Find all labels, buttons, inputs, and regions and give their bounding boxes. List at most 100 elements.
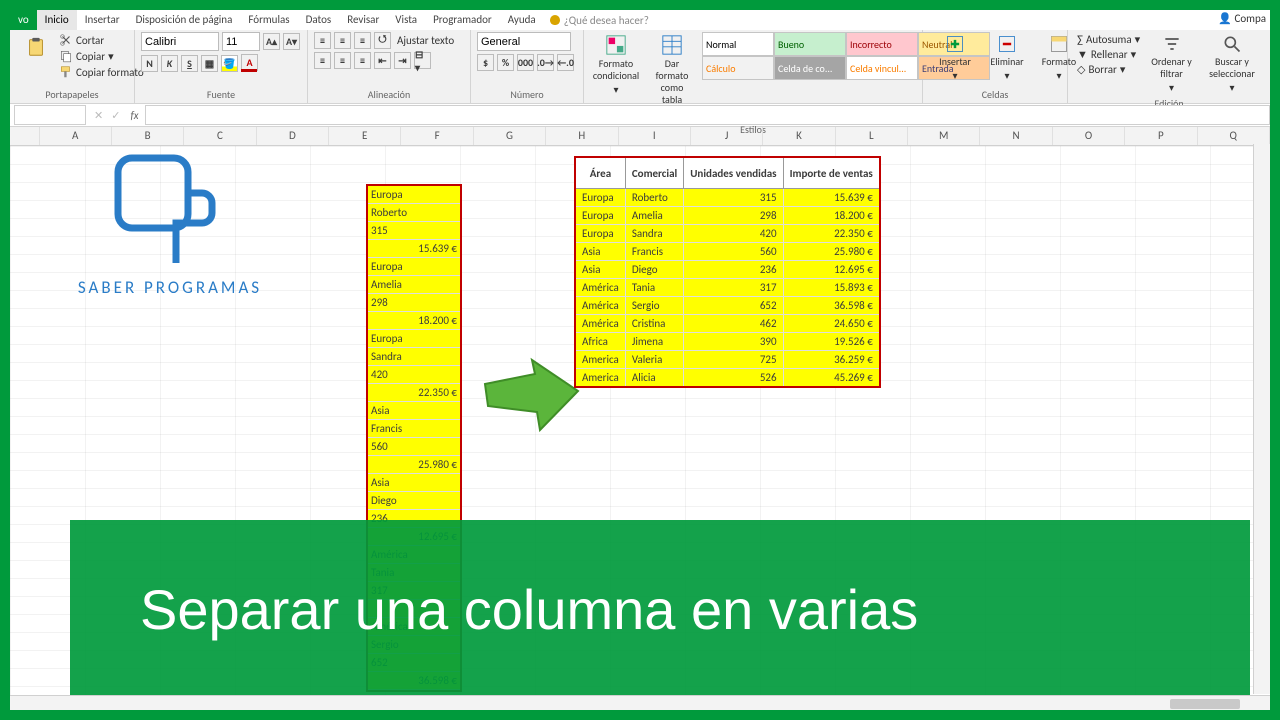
enter-formula-button[interactable]: ✓ (107, 109, 124, 122)
vertical-scrollbar[interactable] (1253, 144, 1270, 694)
tab-view[interactable]: Vista (387, 10, 425, 30)
source-cell: Asia (368, 474, 460, 492)
share-button[interactable]: 👤 Compa (1218, 12, 1266, 25)
decrease-decimal-button[interactable]: ←.0 (557, 54, 574, 71)
find-select-button[interactable]: Buscar y seleccionar ▾ (1200, 32, 1264, 96)
col-header[interactable]: O (1053, 127, 1125, 145)
tab-page-layout[interactable]: Disposición de página (128, 10, 241, 30)
source-cell: 298 (368, 294, 460, 312)
orientation-button[interactable]: ⭯ (374, 32, 391, 49)
logo-text: SABER PROGRAMAS (50, 277, 290, 298)
source-cell: 15.639 € (368, 240, 460, 258)
col-header[interactable]: K (763, 127, 835, 145)
cut-button[interactable]: Cortar (56, 32, 147, 48)
table-icon (661, 34, 683, 56)
style-cell[interactable]: Celda de co... (774, 56, 846, 80)
format-painter-button[interactable]: Copiar formato (56, 64, 147, 80)
style-cell[interactable]: Celda vincul... (846, 56, 918, 80)
col-header[interactable]: I (619, 127, 691, 145)
ribbon-tabs: vo Inicio Insertar Disposición de página… (10, 10, 1270, 30)
source-cell: Asia (368, 402, 460, 420)
font-size-select[interactable] (222, 32, 260, 51)
col-header[interactable]: C (184, 127, 256, 145)
col-header[interactable]: G (474, 127, 546, 145)
name-box[interactable] (14, 105, 86, 125)
border-button[interactable]: ▦ (201, 55, 218, 72)
delete-cells-button[interactable]: Eliminar ▾ (981, 32, 1033, 84)
number-format-select[interactable] (477, 32, 571, 51)
tab-insert[interactable]: Insertar (77, 10, 128, 30)
group-number: $ % 000 .0→ ←.0 Número (471, 30, 584, 103)
align-middle-button[interactable]: ≡ (334, 32, 351, 49)
worksheet-area[interactable]: SABER PROGRAMAS EuropaRoberto31515.639 €… (10, 146, 1270, 710)
fill-button[interactable]: ▼ Rellenar ▾ (1074, 47, 1143, 62)
merge-button[interactable]: ⊟ ▾ (414, 52, 431, 69)
col-header[interactable]: A (40, 127, 112, 145)
col-header[interactable]: L (836, 127, 908, 145)
cancel-formula-button[interactable]: ✕ (90, 109, 107, 122)
tab-developer[interactable]: Programador (425, 10, 500, 30)
fill-color-button[interactable]: 🪣 (221, 55, 238, 72)
tab-data[interactable]: Datos (298, 10, 340, 30)
col-header[interactable]: E (329, 127, 401, 145)
tab-file[interactable]: vo (10, 10, 37, 30)
bold-button[interactable]: N (141, 55, 158, 72)
table-row: EuropaAmelia29818.200 € (575, 207, 880, 225)
fx-button[interactable]: fx (124, 109, 144, 122)
increase-indent-button[interactable]: ⇥ (394, 52, 411, 69)
autosum-button[interactable]: ∑ Autosuma ▾ (1074, 32, 1143, 47)
column-headers[interactable]: ABCDEFGHIJKLMNOPQ (10, 127, 1270, 146)
font-name-select[interactable] (141, 32, 219, 51)
tab-home[interactable]: Inicio (37, 10, 77, 30)
formula-input[interactable] (145, 105, 1270, 125)
increase-decimal-button[interactable]: .0→ (537, 54, 554, 71)
style-cell[interactable]: Normal (702, 32, 774, 56)
tab-formulas[interactable]: Fórmulas (240, 10, 297, 30)
wrap-text-button[interactable]: Ajustar texto (394, 33, 457, 48)
col-header[interactable]: N (980, 127, 1052, 145)
table-row: AsiaFrancis56025.980 € (575, 243, 880, 261)
font-color-button[interactable]: A (241, 54, 258, 72)
col-header[interactable]: F (401, 127, 473, 145)
italic-button[interactable]: K (161, 55, 178, 72)
comma-format-button[interactable]: 000 (517, 54, 534, 71)
col-header[interactable]: D (257, 127, 329, 145)
paste-button[interactable] (16, 32, 56, 80)
tab-help[interactable]: Ayuda (500, 10, 544, 30)
accounting-format-button[interactable]: $ (477, 54, 494, 71)
percent-format-button[interactable]: % (497, 54, 514, 71)
align-left-button[interactable]: ≡ (314, 52, 331, 69)
scissors-icon (59, 33, 73, 47)
style-cell[interactable]: Incorrecto (846, 32, 918, 56)
sort-filter-button[interactable]: Ordenar y filtrar ▾ (1145, 32, 1198, 96)
align-right-button[interactable]: ≡ (354, 52, 371, 69)
table-row: AmericaAlicia52645.269 € (575, 369, 880, 388)
table-row: AfricaJimena39019.526 € (575, 333, 880, 351)
style-cell[interactable]: Bueno (774, 32, 846, 56)
col-header[interactable]: H (546, 127, 618, 145)
col-header[interactable]: B (112, 127, 184, 145)
style-cell[interactable]: Cálculo (702, 56, 774, 80)
table-row: AsiaDiego23612.695 € (575, 261, 880, 279)
increase-font-button[interactable]: A▴ (263, 33, 280, 50)
col-header[interactable]: P (1125, 127, 1197, 145)
tell-me-search[interactable]: ¿Qué desea hacer? (544, 14, 655, 27)
align-bottom-button[interactable]: ≡ (354, 32, 371, 49)
col-header[interactable]: M (908, 127, 980, 145)
insert-cells-button[interactable]: Insertar ▾ (929, 32, 981, 84)
align-top-button[interactable]: ≡ (314, 32, 331, 49)
decrease-indent-button[interactable]: ⇤ (374, 52, 391, 69)
col-header[interactable]: J (691, 127, 763, 145)
underline-button[interactable]: S (181, 55, 198, 72)
tab-review[interactable]: Revisar (339, 10, 387, 30)
decrease-font-button[interactable]: A▾ (283, 33, 300, 50)
table-row: AmericaValeria72536.259 € (575, 351, 880, 369)
align-center-button[interactable]: ≡ (334, 52, 351, 69)
source-cell: Sandra (368, 348, 460, 366)
col-header[interactable]: Q (1198, 127, 1270, 145)
horizontal-scrollbar[interactable] (10, 695, 1270, 710)
clear-button[interactable]: ◇ Borrar ▾ (1074, 62, 1143, 77)
copy-button[interactable]: Copiar ▾ (56, 48, 147, 64)
ribbon: Cortar Copiar ▾ Copiar formato Portapape… (10, 30, 1270, 104)
source-cell: 25.980 € (368, 456, 460, 474)
